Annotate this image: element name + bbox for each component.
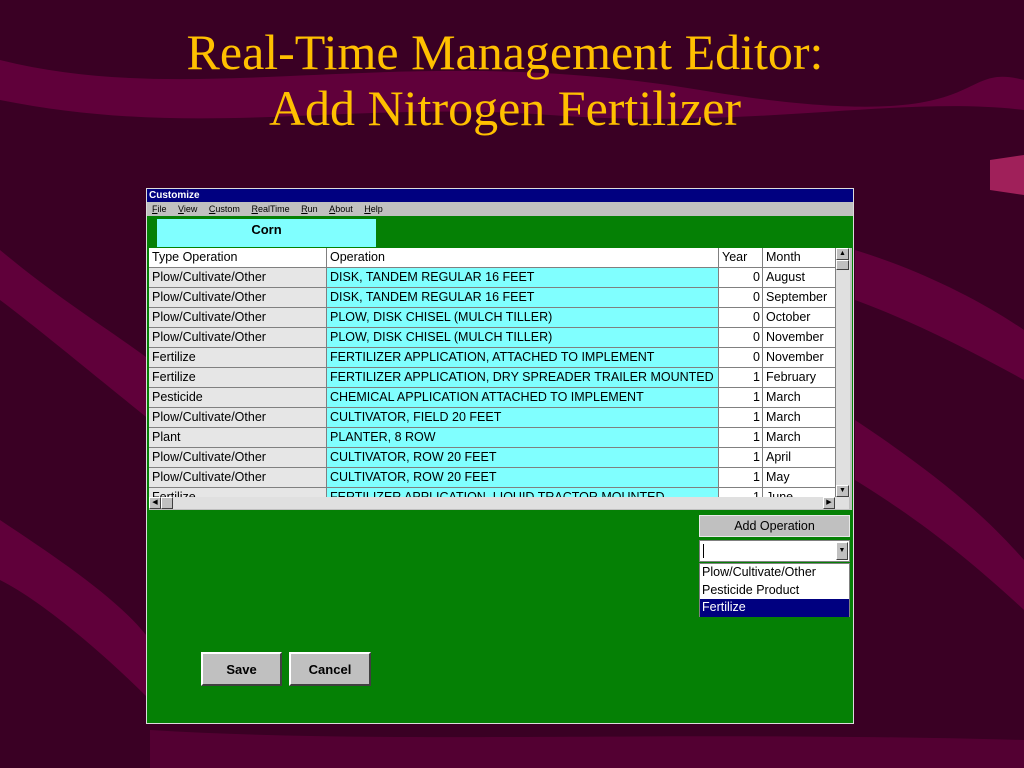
add-operation-combo[interactable]: ▼ <box>699 540 850 562</box>
cell-year[interactable]: 1 <box>718 407 763 428</box>
cell-operation[interactable]: CHEMICAL APPLICATION ATTACHED TO IMPLEME… <box>326 387 719 408</box>
cell-year[interactable]: 1 <box>718 447 763 468</box>
table-row[interactable]: Fertilize FERTILIZER APPLICATION, DRY SPR… <box>149 367 836 388</box>
table-row[interactable]: Plow/Cultivate/Other PLOW, DISK CHISEL (M… <box>149 307 836 328</box>
cell-year[interactable]: 0 <box>718 267 763 288</box>
chevron-down-icon[interactable]: ▼ <box>836 542 848 560</box>
cell-month[interactable]: March <box>762 407 836 428</box>
cell-type[interactable]: Plow/Cultivate/Other <box>149 467 327 488</box>
cancel-button[interactable]: Cancel <box>289 652 371 686</box>
cell-type[interactable]: Plow/Cultivate/Other <box>149 447 327 468</box>
cell-type[interactable]: Fertilize <box>149 347 327 368</box>
scroll-left-icon[interactable]: ◀ <box>149 497 161 509</box>
table-row[interactable]: Pesticide CHEMICAL APPLICATION ATTACHED T… <box>149 387 836 408</box>
menu-about[interactable]: About <box>329 202 353 216</box>
scroll-down-icon[interactable]: ▼ <box>836 485 849 497</box>
cell-operation[interactable]: CULTIVATOR, ROW 20 FEET <box>326 467 719 488</box>
cell-type[interactable]: Plow/Cultivate/Other <box>149 267 327 288</box>
cell-year[interactable]: 0 <box>718 307 763 328</box>
save-button[interactable]: Save <box>201 652 282 686</box>
cell-type[interactable]: Plow/Cultivate/Other <box>149 407 327 428</box>
cell-month[interactable]: August <box>762 267 836 288</box>
scroll-thumb[interactable] <box>836 260 849 270</box>
cell-operation[interactable]: PLANTER, 8 ROW <box>326 427 719 448</box>
cell-month[interactable]: April <box>762 447 836 468</box>
add-operation-dropdown-list: Plow/Cultivate/Other Pesticide Product F… <box>699 563 850 617</box>
header-year[interactable]: Year <box>718 248 763 268</box>
menu-help[interactable]: Help <box>364 202 383 216</box>
menu-file[interactable]: File <box>152 202 167 216</box>
cell-operation[interactable]: PLOW, DISK CHISEL (MULCH TILLER) <box>326 327 719 348</box>
cell-month[interactable]: October <box>762 307 836 328</box>
table-row[interactable]: Fertilize FERTILIZER APPLICATION, ATTACHE… <box>149 347 836 368</box>
option-fertilize[interactable]: Fertilize <box>700 599 849 617</box>
customize-window: Customize File View Custom RealTime Run … <box>146 188 854 724</box>
vertical-scrollbar[interactable]: ▲ ▼ <box>835 248 850 497</box>
cell-operation[interactable]: CULTIVATOR, FIELD 20 FEET <box>326 407 719 428</box>
tab-corn[interactable]: Corn <box>157 219 376 247</box>
cell-month[interactable]: March <box>762 387 836 408</box>
grid-header-row: Type Operation Operation Year Month <box>149 248 836 268</box>
table-row[interactable]: Plow/Cultivate/Other CULTIVATOR, ROW 20 F… <box>149 467 836 488</box>
cell-year[interactable]: 1 <box>718 427 763 448</box>
cell-month[interactable]: February <box>762 367 836 388</box>
cell-type[interactable]: Plant <box>149 427 327 448</box>
table-row[interactable]: Plant PLANTER, 8 ROW 1 March <box>149 427 836 448</box>
cell-year[interactable]: 0 <box>718 347 763 368</box>
cell-month[interactable]: May <box>762 467 836 488</box>
header-month[interactable]: Month <box>762 248 836 268</box>
cell-year[interactable]: 0 <box>718 287 763 308</box>
menu-view[interactable]: View <box>178 202 197 216</box>
hscroll-thumb[interactable] <box>161 497 173 509</box>
cell-operation[interactable]: DISK, TANDEM REGULAR 16 FEET <box>326 267 719 288</box>
cell-month[interactable]: March <box>762 427 836 448</box>
table-row[interactable]: Plow/Cultivate/Other CULTIVATOR, FIELD 20… <box>149 407 836 428</box>
cell-type[interactable]: Fertilize <box>149 367 327 388</box>
menu-custom[interactable]: Custom <box>209 202 240 216</box>
menu-realtime[interactable]: RealTime <box>251 202 289 216</box>
cell-month[interactable]: November <box>762 327 836 348</box>
scroll-up-icon[interactable]: ▲ <box>836 248 849 260</box>
menu-bar: File View Custom RealTime Run About Help <box>147 202 853 216</box>
cell-operation[interactable]: FERTILIZER APPLICATION, ATTACHED TO IMPL… <box>326 347 719 368</box>
header-operation[interactable]: Operation <box>326 248 719 268</box>
horizontal-scrollbar[interactable]: ◀ ▶ <box>149 497 849 509</box>
cell-operation[interactable]: FERTILIZER APPLICATION, DRY SPREADER TRA… <box>326 367 719 388</box>
option-plow-cultivate-other[interactable]: Plow/Cultivate/Other <box>700 564 849 582</box>
scroll-right-icon[interactable]: ▶ <box>823 497 835 509</box>
table-row[interactable]: Plow/Cultivate/Other PLOW, DISK CHISEL (M… <box>149 327 836 348</box>
cell-type[interactable]: Pesticide <box>149 387 327 408</box>
cell-month[interactable]: September <box>762 287 836 308</box>
cell-month[interactable]: November <box>762 347 836 368</box>
text-caret <box>703 544 704 558</box>
slide-title-line2: Add Nitrogen Fertilizer <box>268 80 742 136</box>
slide-title-line1: Real-Time Management Editor: <box>186 24 824 80</box>
cell-type[interactable]: Plow/Cultivate/Other <box>149 287 327 308</box>
table-row[interactable]: Plow/Cultivate/Other DISK, TANDEM REGULAR… <box>149 267 836 288</box>
menu-run[interactable]: Run <box>301 202 318 216</box>
cell-operation[interactable]: DISK, TANDEM REGULAR 16 FEET <box>326 287 719 308</box>
slide-title: Real-Time Management Editor: Add Nitroge… <box>0 24 1010 136</box>
cell-year[interactable]: 0 <box>718 327 763 348</box>
table-row[interactable]: Plow/Cultivate/Other CULTIVATOR, ROW 20 F… <box>149 447 836 468</box>
cell-type[interactable]: Plow/Cultivate/Other <box>149 327 327 348</box>
option-pesticide-product[interactable]: Pesticide Product <box>700 582 849 600</box>
cell-operation[interactable]: CULTIVATOR, ROW 20 FEET <box>326 447 719 468</box>
cell-operation[interactable]: PLOW, DISK CHISEL (MULCH TILLER) <box>326 307 719 328</box>
cell-type[interactable]: Plow/Cultivate/Other <box>149 307 327 328</box>
operations-grid: Type Operation Operation Year Month Plow… <box>149 248 852 510</box>
window-titlebar: Customize <box>147 189 853 202</box>
add-operation-label: Add Operation <box>699 515 850 537</box>
cell-year[interactable]: 1 <box>718 367 763 388</box>
cell-year[interactable]: 1 <box>718 467 763 488</box>
header-type-operation[interactable]: Type Operation <box>149 248 327 268</box>
cell-year[interactable]: 1 <box>718 387 763 408</box>
table-row[interactable]: Plow/Cultivate/Other DISK, TANDEM REGULAR… <box>149 287 836 308</box>
